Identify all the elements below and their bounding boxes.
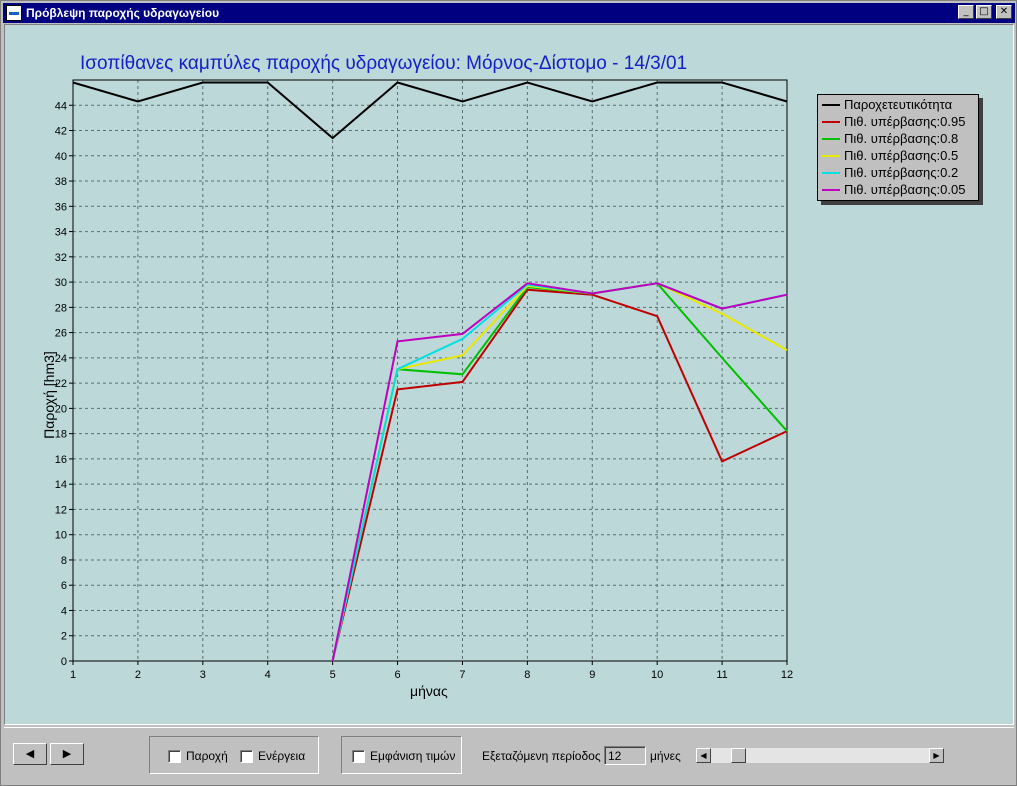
x-tick-label: 10 — [651, 669, 663, 681]
flow-checkbox[interactable]: Παροχή — [168, 749, 228, 763]
x-tick-label: 6 — [394, 669, 400, 681]
y-tick-label: 16 — [55, 454, 67, 466]
show-values-checkbox[interactable]: Εμφάνιση τιμών — [352, 749, 455, 763]
period-scrollbar[interactable]: ◀ ▶ — [695, 747, 945, 764]
y-tick-label: 12 — [55, 504, 67, 516]
x-tick-label: 1 — [70, 669, 76, 681]
y-tick-label: 6 — [61, 580, 67, 592]
legend-swatch — [822, 188, 840, 191]
legend-item: Παροχετευτικότητα — [822, 96, 952, 113]
x-tick-label: 11 — [716, 669, 727, 681]
x-tick-label: 9 — [589, 669, 595, 681]
legend-item: Πιθ. υπέρβασης:0.95 — [822, 113, 965, 130]
y-tick-label: 40 — [55, 151, 67, 163]
legend-label: Πιθ. υπέρβασης:0.05 — [844, 182, 966, 197]
y-tick-label: 2 — [61, 631, 67, 643]
flow-checkbox-box[interactable] — [168, 749, 181, 763]
x-tick-label: 12 — [781, 669, 793, 681]
legend-swatch — [822, 103, 840, 106]
next-button[interactable]: ▶ — [50, 743, 84, 765]
y-tick-label: 30 — [55, 277, 67, 289]
legend-item: Πιθ. υπέρβασης:0.5 — [822, 147, 958, 164]
show-values-checkbox-box[interactable] — [352, 749, 365, 763]
series-line-2 — [331, 282, 788, 662]
window-controls: _ □ ✕ — [958, 5, 1012, 19]
title-bar[interactable]: Πρόβλεψη παροχής υδραγωγείου _ □ ✕ — [3, 3, 1015, 23]
app-icon — [6, 5, 22, 21]
y-tick-label: 26 — [55, 328, 67, 340]
y-tick-label: 4 — [61, 605, 67, 617]
scroll-thumb[interactable] — [731, 748, 747, 763]
period-input[interactable]: 12 — [604, 746, 646, 765]
chart-panel: Ισοπίθανες καμπύλες παροχής υδραγωγείου:… — [4, 24, 1014, 725]
x-tick-label: 4 — [265, 669, 271, 681]
x-tick-label: 7 — [459, 669, 465, 681]
series-line-3 — [331, 282, 788, 662]
legend-swatch — [822, 171, 840, 174]
y-tick-label: 38 — [55, 176, 67, 188]
minimize-button[interactable]: _ — [958, 5, 974, 19]
period-unit: μήνες — [650, 749, 681, 763]
scroll-left-arrow[interactable]: ◀ — [696, 748, 711, 763]
legend-label: Πιθ. υπέρβασης:0.8 — [844, 131, 959, 146]
show-values-group: Εμφάνιση τιμών — [341, 736, 462, 774]
legend-item: Πιθ. υπέρβασης:0.8 — [822, 130, 958, 147]
x-tick-label: 5 — [330, 669, 336, 681]
bottom-toolbar: ◀ ▶ Παροχή Ενέργεια Εμφάνιση τιμών Εξετα… — [4, 727, 1014, 784]
energy-checkbox[interactable]: Ενέργεια — [240, 749, 305, 763]
legend-label: Πιθ. υπέρβασης:0.2 — [844, 165, 959, 180]
window-title: Πρόβλεψη παροχής υδραγωγείου — [26, 6, 220, 20]
y-axis-label: Παροχή [hm3] — [41, 351, 57, 439]
legend-item: Πιθ. υπέρβασης:0.2 — [822, 164, 958, 181]
y-tick-label: 28 — [55, 302, 67, 314]
x-tick-label: 3 — [200, 669, 206, 681]
legend-swatch — [822, 137, 840, 140]
y-tick-label: 42 — [55, 126, 67, 138]
legend-item: Πιθ. υπέρβασης:0.05 — [822, 181, 965, 198]
legend-swatch — [822, 120, 840, 123]
x-axis-label: μήνας — [410, 683, 448, 699]
x-tick-label: 8 — [524, 669, 530, 681]
period-label: Εξεταζόμενη περίοδος : — [482, 749, 608, 763]
y-tick-label: 14 — [55, 479, 67, 491]
scroll-right-arrow[interactable]: ▶ — [929, 748, 944, 763]
show-values-checkbox-label: Εμφάνιση τιμών — [370, 749, 456, 763]
display-type-group: Παροχή Ενέργεια — [149, 736, 319, 774]
series-line-1 — [331, 288, 788, 662]
y-tick-label: 36 — [55, 201, 67, 213]
y-tick-label: 10 — [55, 530, 67, 542]
y-tick-label: 44 — [55, 100, 67, 112]
energy-checkbox-label: Ενέργεια — [258, 749, 306, 763]
chart-legend: Παροχετευτικότητα Πιθ. υπέρβασης:0.95 Πιθ.… — [817, 94, 979, 201]
flow-checkbox-label: Παροχή — [186, 749, 228, 763]
close-button[interactable]: ✕ — [996, 5, 1012, 19]
maximize-button[interactable]: □ — [976, 5, 992, 19]
energy-checkbox-box[interactable] — [240, 749, 253, 763]
prev-button[interactable]: ◀ — [13, 743, 47, 765]
series-line-5 — [331, 282, 788, 662]
y-tick-label: 32 — [55, 252, 67, 264]
series-line-0 — [72, 81, 788, 140]
legend-label: Πιθ. υπέρβασης:0.95 — [844, 114, 966, 129]
legend-label: Πιθ. υπέρβασης:0.5 — [844, 148, 959, 163]
y-tick-label: 8 — [61, 555, 67, 567]
plot-frame — [72, 79, 788, 662]
y-tick-label: 0 — [61, 656, 67, 668]
series-line-4 — [331, 282, 788, 662]
x-tick-label: 2 — [135, 669, 141, 681]
main-window: Πρόβλεψη παροχής υδραγωγείου _ □ ✕ Ισοπί… — [0, 0, 1017, 786]
y-tick-label: 34 — [55, 227, 67, 239]
legend-label: Παροχετευτικότητα — [844, 97, 953, 112]
legend-swatch — [822, 154, 840, 157]
